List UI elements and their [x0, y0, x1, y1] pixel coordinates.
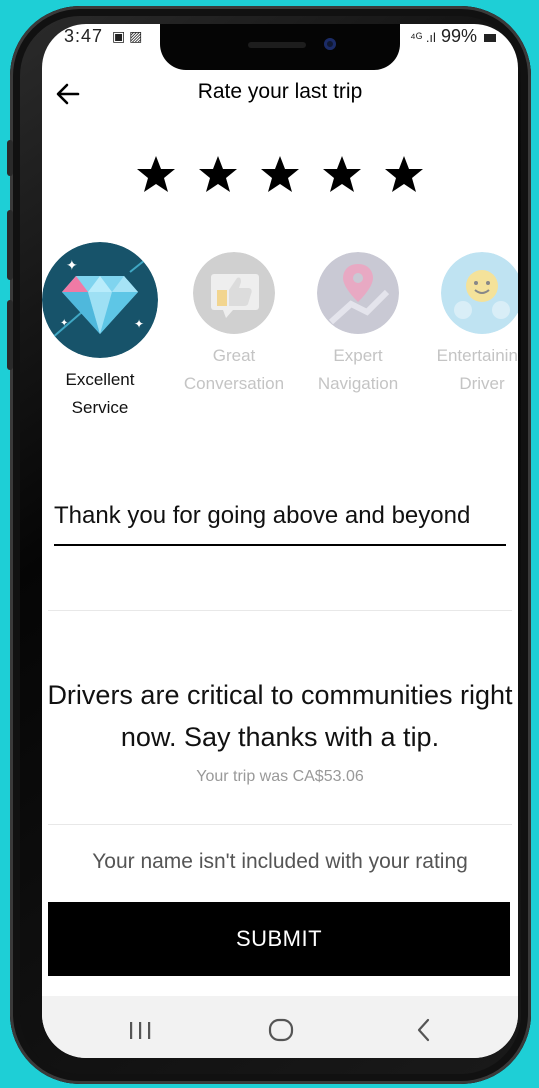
- compliment-great-conversation[interactable]: Great Conversation: [172, 242, 296, 398]
- front-camera: [324, 38, 336, 50]
- app-screen: 3:47 ▣ ▨ ⁴ᴳ .ıl 99% Rate your last trip: [42, 24, 518, 1058]
- comment-input[interactable]: [54, 494, 506, 538]
- compliment-label: Expert Navigation: [317, 346, 399, 393]
- compliment-carousel[interactable]: ✦ ✦ ✦ Excellent Service Great Conversati…: [42, 242, 518, 442]
- phone-side-button: [7, 140, 13, 176]
- map-pin-icon: [317, 252, 399, 334]
- star-rating: [42, 152, 518, 196]
- trip-cost: Your trip was CA$53.06: [196, 768, 364, 785]
- phone-notch: [160, 24, 400, 70]
- compliment-expert-navigation[interactable]: Expert Navigation: [296, 242, 420, 398]
- star-icon[interactable]: [320, 152, 364, 196]
- home-icon: [268, 1018, 294, 1042]
- smiley-icon: [441, 252, 518, 334]
- notch-speaker: [248, 42, 306, 48]
- privacy-note: Your name isn't included with your ratin…: [92, 850, 468, 873]
- header: Rate your last trip: [42, 76, 518, 116]
- svg-text:✦: ✦: [60, 318, 68, 329]
- star-icon[interactable]: [382, 152, 426, 196]
- battery-icon: [484, 34, 496, 42]
- status-right-group: ⁴ᴳ .ıl 99%: [410, 26, 496, 47]
- battery-level: 99%: [440, 26, 477, 46]
- system-nav-bar: [42, 996, 518, 1058]
- compliment-entertaining-driver[interactable]: Entertaining Driver: [420, 242, 518, 398]
- phone-volume-up-button: [7, 210, 13, 280]
- star-icon[interactable]: [134, 152, 178, 196]
- recent-apps-button[interactable]: [120, 1010, 160, 1050]
- status-time: 3:47: [64, 26, 104, 46]
- svg-text:✦: ✦: [134, 317, 144, 331]
- divider: [48, 824, 512, 825]
- submit-button[interactable]: SUBMIT: [48, 902, 510, 976]
- compliment-label: Great Conversation: [183, 346, 285, 393]
- tip-message: Drivers are critical to communities righ…: [47, 680, 513, 752]
- compliment-label: Excellent Service: [65, 370, 135, 417]
- diamond-icon: ✦ ✦ ✦: [42, 242, 158, 358]
- comment-field-wrapper: [54, 494, 506, 546]
- home-button[interactable]: [261, 1010, 301, 1050]
- phone-volume-down-button: [7, 300, 13, 370]
- svg-text:✦: ✦: [66, 258, 78, 274]
- compliment-label: Entertaining Driver: [436, 346, 518, 393]
- notification-icons: ▣ ▨: [112, 28, 143, 44]
- compliment-excellent-service[interactable]: ✦ ✦ ✦ Excellent Service: [42, 242, 162, 422]
- thumbs-up-icon: [193, 252, 275, 334]
- signal-icon: ⁴ᴳ .ıl: [410, 30, 436, 45]
- divider: [48, 610, 512, 611]
- star-icon[interactable]: [196, 152, 240, 196]
- recent-apps-icon: [130, 1022, 151, 1039]
- page-title: Rate your last trip: [197, 80, 363, 103]
- star-icon[interactable]: [258, 152, 302, 196]
- system-back-icon: [417, 1018, 430, 1042]
- system-back-button[interactable]: [404, 1010, 444, 1050]
